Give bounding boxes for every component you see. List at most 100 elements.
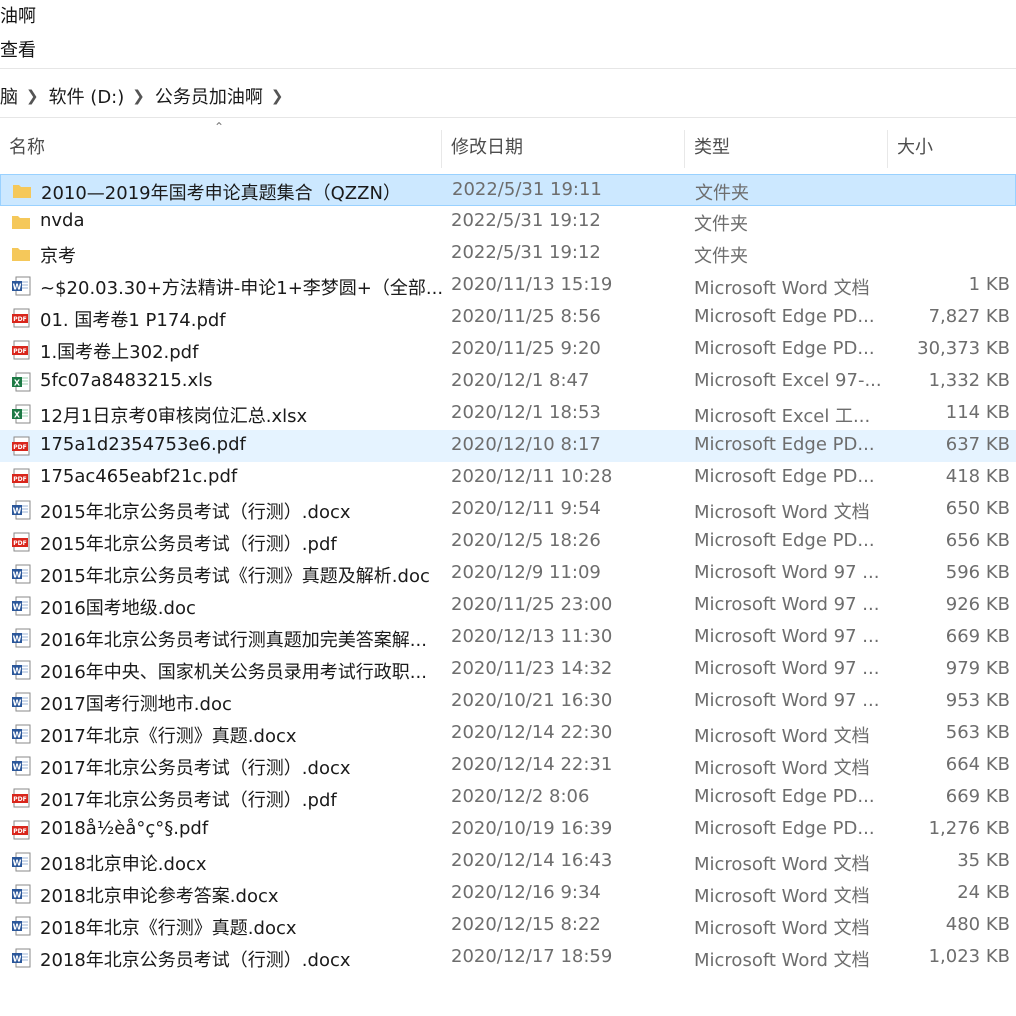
column-divider[interactable] bbox=[441, 130, 442, 168]
word-doc-icon: W bbox=[11, 628, 31, 648]
breadcrumb-current-folder[interactable]: 公务员加油啊 bbox=[155, 83, 263, 109]
file-type: Microsoft Excel 工... bbox=[694, 406, 871, 427]
file-row[interactable]: W 2017年北京《行测》真题.docx 2020/12/14 22:30 Micro… bbox=[0, 718, 1016, 750]
file-size: 1,332 KB bbox=[928, 370, 1010, 391]
word-doc-icon: W bbox=[11, 596, 31, 616]
file-size: 669 KB bbox=[945, 786, 1010, 807]
file-type: Microsoft Edge PD... bbox=[694, 530, 875, 551]
file-row[interactable]: W 2018年北京《行测》真题.docx 2020/12/15 8:22 Micros… bbox=[0, 910, 1016, 942]
file-row[interactable]: 京考 2022/5/31 19:12 文件夹 bbox=[0, 238, 1016, 270]
file-date: 2020/12/1 8:47 bbox=[451, 370, 590, 391]
svg-text:W: W bbox=[13, 603, 22, 612]
file-type: Microsoft Word 文档 bbox=[694, 758, 870, 779]
file-date: 2020/12/10 8:17 bbox=[451, 434, 601, 455]
pdf-icon: PDF bbox=[11, 788, 31, 808]
folder-icon bbox=[12, 181, 32, 201]
column-divider[interactable] bbox=[887, 130, 888, 168]
file-name: ~$20.03.30+方法精讲-申论1+李梦圆+（全部... bbox=[40, 278, 444, 299]
file-size: 664 KB bbox=[945, 754, 1010, 775]
file-type: Microsoft Word 97 ... bbox=[694, 658, 880, 679]
file-type: Microsoft Edge PD... bbox=[694, 306, 875, 327]
address-bar[interactable]: 脑 ❯ 软件 (D:) ❯ 公务员加油啊 ❯ bbox=[0, 74, 1016, 118]
file-date: 2020/10/19 16:39 bbox=[451, 818, 613, 839]
column-divider[interactable] bbox=[684, 130, 685, 168]
file-size: 563 KB bbox=[945, 722, 1010, 743]
file-name: 2018年北京公务员考试（行测）.docx bbox=[40, 950, 351, 971]
file-type: Microsoft Word 文档 bbox=[694, 886, 870, 907]
word-doc-icon: W bbox=[11, 564, 31, 584]
file-type: Microsoft Edge PD... bbox=[694, 786, 875, 807]
file-size: 1,023 KB bbox=[928, 946, 1010, 967]
chevron-right-icon[interactable]: ❯ bbox=[132, 87, 145, 105]
file-date: 2020/12/9 11:09 bbox=[451, 562, 601, 583]
word-doc-icon: W bbox=[11, 756, 31, 776]
file-name: 12月1日京考0审核岗位汇总.xlsx bbox=[40, 406, 308, 427]
file-name: 2018å½èå°ç°§.pdf bbox=[40, 818, 209, 839]
breadcrumb-drive-d[interactable]: 软件 (D:) bbox=[49, 83, 125, 109]
file-name: 2016国考地级.doc bbox=[40, 598, 196, 619]
file-size: 953 KB bbox=[945, 690, 1010, 711]
file-date: 2022/5/31 19:11 bbox=[452, 179, 602, 200]
file-list: 2010—2019年国考申论真题集合（QZZN） 2022/5/31 19:11 文… bbox=[0, 174, 1016, 974]
file-date: 2020/12/15 8:22 bbox=[451, 914, 601, 935]
word-doc-icon: W bbox=[11, 852, 31, 872]
svg-text:X: X bbox=[14, 379, 21, 388]
file-date: 2022/5/31 19:12 bbox=[451, 242, 601, 263]
file-row[interactable]: PDF 2015年北京公务员考试（行测）.pdf 2020/12/5 18:26 Mi… bbox=[0, 526, 1016, 558]
file-row[interactable]: W ~$20.03.30+方法精讲-申论1+李梦圆+（全部... 2020/11/1… bbox=[0, 270, 1016, 302]
file-size: 596 KB bbox=[945, 562, 1010, 583]
column-header-name[interactable]: 名称 bbox=[9, 124, 45, 168]
file-row[interactable]: W 2018北京申论参考答案.docx 2020/12/16 9:34 Microso… bbox=[0, 878, 1016, 910]
file-row[interactable]: X 5fc07a8483215.xls 2020/12/1 8:47 Microsof… bbox=[0, 366, 1016, 398]
file-date: 2022/5/31 19:12 bbox=[451, 210, 601, 231]
file-row[interactable]: PDF 175ac465eabf21c.pdf 2020/12/11 10:28 Mi… bbox=[0, 462, 1016, 494]
svg-text:W: W bbox=[13, 923, 22, 932]
file-name: 5fc07a8483215.xls bbox=[40, 370, 213, 391]
file-row[interactable]: W 2016年中央、国家机关公务员录用考试行政职... 2020/11/23 14:… bbox=[0, 654, 1016, 686]
file-type: 文件夹 bbox=[695, 183, 749, 204]
file-row[interactable]: PDF 175a1d2354753e6.pdf 2020/12/10 8:17 Mic… bbox=[0, 430, 1016, 462]
column-header-size[interactable]: 大小 bbox=[897, 124, 933, 168]
svg-text:X: X bbox=[14, 411, 21, 420]
file-row[interactable]: PDF 1.国考卷上302.pdf 2020/11/25 9:20 Microsoft… bbox=[0, 334, 1016, 366]
svg-text:W: W bbox=[13, 283, 22, 292]
ribbon-tab-view[interactable]: 查看 bbox=[0, 36, 36, 62]
file-row[interactable]: W 2015年北京公务员考试《行测》真题及解析.doc 2020/12/9 11:0… bbox=[0, 558, 1016, 590]
file-row[interactable]: W 2017年北京公务员考试（行测）.docx 2020/12/14 22:31 Mi… bbox=[0, 750, 1016, 782]
column-header-date[interactable]: 修改日期 bbox=[451, 124, 523, 168]
file-row[interactable]: 2010—2019年国考申论真题集合（QZZN） 2022/5/31 19:11 文… bbox=[0, 174, 1016, 206]
column-header-row: ⌃ 名称 修改日期 类型 大小 bbox=[0, 120, 1016, 168]
file-type: 文件夹 bbox=[694, 246, 748, 267]
pdf-icon: PDF bbox=[11, 308, 31, 328]
svg-text:W: W bbox=[13, 571, 22, 580]
chevron-right-icon[interactable]: ❯ bbox=[271, 87, 284, 105]
column-header-type[interactable]: 类型 bbox=[694, 124, 730, 168]
file-date: 2020/12/14 16:43 bbox=[451, 850, 613, 871]
file-type: Microsoft Word 文档 bbox=[694, 502, 870, 523]
file-row[interactable]: PDF 01. 国考卷1 P174.pdf 2020/11/25 8:56 Micro… bbox=[0, 302, 1016, 334]
file-name: 2015年北京公务员考试《行测》真题及解析.doc bbox=[40, 566, 430, 587]
svg-text:PDF: PDF bbox=[13, 476, 26, 483]
file-row[interactable]: W 2017国考行测地市.doc 2020/10/21 16:30 Microsoft… bbox=[0, 686, 1016, 718]
file-row[interactable]: nvda 2022/5/31 19:12 文件夹 bbox=[0, 206, 1016, 238]
file-row[interactable]: W 2016国考地级.doc 2020/11/25 23:00 Microsoft W… bbox=[0, 590, 1016, 622]
file-row[interactable]: PDF 2018å½èå°ç°§.pdf 2020/10/19 16:39 Micro… bbox=[0, 814, 1016, 846]
svg-text:W: W bbox=[13, 699, 22, 708]
chevron-right-icon[interactable]: ❯ bbox=[26, 87, 39, 105]
file-name: 2017年北京公务员考试（行测）.pdf bbox=[40, 790, 337, 811]
svg-text:PDF: PDF bbox=[13, 828, 26, 835]
file-row[interactable]: W 2016年北京公务员考试行测真题加完美答案解... 2020/12/13 11:… bbox=[0, 622, 1016, 654]
file-type: Microsoft Word 97 ... bbox=[694, 690, 880, 711]
file-row[interactable]: W 2018北京申论.docx 2020/12/14 16:43 Microsoft … bbox=[0, 846, 1016, 878]
file-type: Microsoft Edge PD... bbox=[694, 338, 875, 359]
file-name: 2017年北京《行测》真题.docx bbox=[40, 726, 297, 747]
file-size: 979 KB bbox=[945, 658, 1010, 679]
file-row[interactable]: W 2015年北京公务员考试（行测）.docx 2020/12/11 9:54 Mic… bbox=[0, 494, 1016, 526]
file-row[interactable]: W 2018年北京公务员考试（行测）.docx 2020/12/17 18:59 Mi… bbox=[0, 942, 1016, 974]
excel-icon: X bbox=[11, 372, 31, 392]
file-row[interactable]: PDF 2017年北京公务员考试（行测）.pdf 2020/12/2 8:06 Mic… bbox=[0, 782, 1016, 814]
file-date: 2020/12/16 9:34 bbox=[451, 882, 601, 903]
file-row[interactable]: X 12月1日京考0审核岗位汇总.xlsx 2020/12/1 18:53 Micro… bbox=[0, 398, 1016, 430]
sort-ascending-icon: ⌃ bbox=[214, 120, 225, 134]
breadcrumb-computer[interactable]: 脑 bbox=[0, 83, 18, 109]
